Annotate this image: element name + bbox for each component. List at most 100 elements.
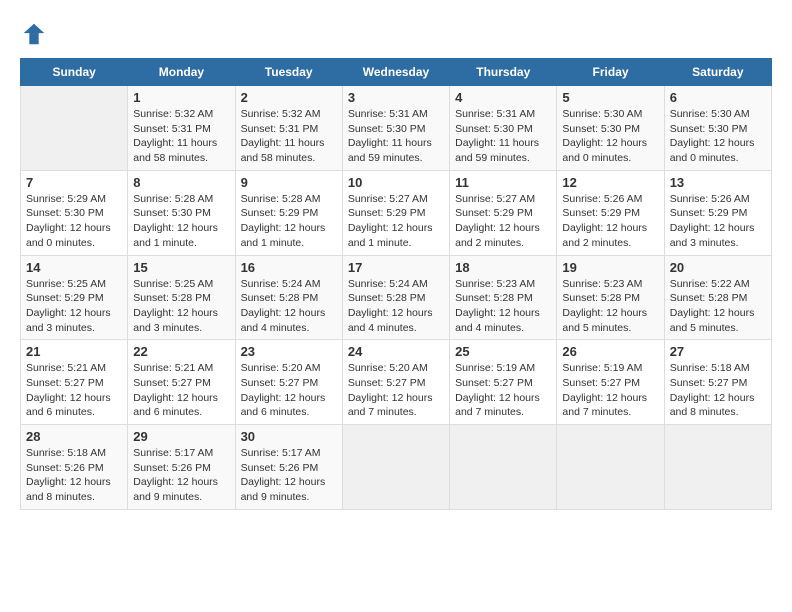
day-number: 12: [562, 175, 658, 190]
day-cell: 3Sunrise: 5:31 AM Sunset: 5:30 PM Daylig…: [342, 86, 449, 171]
day-cell: 27 Sunrise: 5:18 AM Sunset: 5:27 PM Dayli…: [664, 340, 771, 425]
day-info: Sunrise: 5:20 AM Sunset: 5:27 PM Dayligh…: [348, 361, 444, 420]
day-info: Sunrise: 5:24 AM Sunset: 5:28 PM Dayligh…: [241, 277, 337, 336]
day-number: 2: [241, 90, 337, 105]
day-info: Sunrise: 5:28 AM Sunset: 5:30 PM Dayligh…: [133, 192, 229, 251]
week-row-2: 7 Sunrise: 5:29 AM Sunset: 5:30 PM Daylig…: [21, 170, 772, 255]
day-cell: 6Sunrise: 5:30 AM Sunset: 5:30 PM Daylig…: [664, 86, 771, 171]
day-info: Sunrise: 5:29 AM Sunset: 5:30 PM Dayligh…: [26, 192, 122, 251]
day-cell: [21, 86, 128, 171]
day-cell: 21Sunrise: 5:21 AM Sunset: 5:27 PM Dayli…: [21, 340, 128, 425]
day-cell: 8 Sunrise: 5:28 AM Sunset: 5:30 PM Daylig…: [128, 170, 235, 255]
day-cell: 28 Sunrise: 5:18 AM Sunset: 5:26 PM Dayli…: [21, 425, 128, 510]
day-number: 18: [455, 260, 551, 275]
day-cell: 14 Sunrise: 5:25 AM Sunset: 5:29 PM Dayli…: [21, 255, 128, 340]
day-number: 13: [670, 175, 766, 190]
day-info: Sunrise: 5:32 AM Sunset: 5:31 PM Dayligh…: [241, 107, 337, 166]
day-number: 23: [241, 344, 337, 359]
day-cell: [557, 425, 664, 510]
day-number: 7: [26, 175, 122, 190]
day-cell: 24Sunrise: 5:20 AM Sunset: 5:27 PM Dayli…: [342, 340, 449, 425]
day-info: Sunrise: 5:22 AM Sunset: 5:28 PM Dayligh…: [670, 277, 766, 336]
day-info: Sunrise: 5:20 AM Sunset: 5:27 PM Dayligh…: [241, 361, 337, 420]
day-number: 11: [455, 175, 551, 190]
day-info: Sunrise: 5:17 AM Sunset: 5:26 PM Dayligh…: [133, 446, 229, 505]
day-info: Sunrise: 5:26 AM Sunset: 5:29 PM Dayligh…: [562, 192, 658, 251]
day-number: 25: [455, 344, 551, 359]
day-cell: 7 Sunrise: 5:29 AM Sunset: 5:30 PM Daylig…: [21, 170, 128, 255]
header-cell-sunday: Sunday: [21, 59, 128, 86]
day-info: Sunrise: 5:21 AM Sunset: 5:27 PM Dayligh…: [133, 361, 229, 420]
day-number: 22: [133, 344, 229, 359]
day-cell: 11 Sunrise: 5:27 AM Sunset: 5:29 PM Dayli…: [450, 170, 557, 255]
day-number: 29: [133, 429, 229, 444]
day-cell: 17 Sunrise: 5:24 AM Sunset: 5:28 PM Dayli…: [342, 255, 449, 340]
header-cell-wednesday: Wednesday: [342, 59, 449, 86]
day-info: Sunrise: 5:18 AM Sunset: 5:27 PM Dayligh…: [670, 361, 766, 420]
week-row-3: 14 Sunrise: 5:25 AM Sunset: 5:29 PM Dayli…: [21, 255, 772, 340]
day-info: Sunrise: 5:31 AM Sunset: 5:30 PM Dayligh…: [455, 107, 551, 166]
day-number: 27: [670, 344, 766, 359]
day-cell: 29 Sunrise: 5:17 AM Sunset: 5:26 PM Dayli…: [128, 425, 235, 510]
day-info: Sunrise: 5:26 AM Sunset: 5:29 PM Dayligh…: [670, 192, 766, 251]
day-cell: 1 Sunrise: 5:32 AM Sunset: 5:31 PM Daylig…: [128, 86, 235, 171]
day-number: 16: [241, 260, 337, 275]
calendar-body: 1 Sunrise: 5:32 AM Sunset: 5:31 PM Daylig…: [21, 86, 772, 510]
day-info: Sunrise: 5:19 AM Sunset: 5:27 PM Dayligh…: [455, 361, 551, 420]
header-cell-saturday: Saturday: [664, 59, 771, 86]
calendar-table: SundayMondayTuesdayWednesdayThursdayFrid…: [20, 58, 772, 510]
day-number: 19: [562, 260, 658, 275]
day-info: Sunrise: 5:27 AM Sunset: 5:29 PM Dayligh…: [455, 192, 551, 251]
day-cell: [450, 425, 557, 510]
day-cell: 23 Sunrise: 5:20 AM Sunset: 5:27 PM Dayli…: [235, 340, 342, 425]
day-cell: 9Sunrise: 5:28 AM Sunset: 5:29 PM Daylig…: [235, 170, 342, 255]
week-row-5: 28 Sunrise: 5:18 AM Sunset: 5:26 PM Dayli…: [21, 425, 772, 510]
day-cell: 10 Sunrise: 5:27 AM Sunset: 5:29 PM Dayli…: [342, 170, 449, 255]
week-row-1: 1 Sunrise: 5:32 AM Sunset: 5:31 PM Daylig…: [21, 86, 772, 171]
header-cell-monday: Monday: [128, 59, 235, 86]
day-number: 1: [133, 90, 229, 105]
week-row-4: 21 Sunrise: 5:21 AM Sunset: 5:27 PM Dayli…: [21, 340, 772, 425]
day-number: 28: [26, 429, 122, 444]
day-number: 9: [241, 175, 337, 190]
day-cell: [664, 425, 771, 510]
day-info: Sunrise: 5:32 AM Sunset: 5:31 PM Dayligh…: [133, 107, 229, 166]
day-cell: 16 Sunrise: 5:24 AM Sunset: 5:28 PM Dayli…: [235, 255, 342, 340]
day-cell: 30 Sunrise: 5:17 AM Sunset: 5:26 PM Dayli…: [235, 425, 342, 510]
day-info: Sunrise: 5:17 AM Sunset: 5:26 PM Dayligh…: [241, 446, 337, 505]
day-info: Sunrise: 5:23 AM Sunset: 5:28 PM Dayligh…: [562, 277, 658, 336]
day-cell: 20Sunrise: 5:22 AM Sunset: 5:28 PM Dayli…: [664, 255, 771, 340]
day-cell: 2 Sunrise: 5:32 AM Sunset: 5:31 PM Daylig…: [235, 86, 342, 171]
day-info: Sunrise: 5:23 AM Sunset: 5:28 PM Dayligh…: [455, 277, 551, 336]
day-number: 30: [241, 429, 337, 444]
day-number: 14: [26, 260, 122, 275]
day-number: 15: [133, 260, 229, 275]
day-number: 10: [348, 175, 444, 190]
day-number: 4: [455, 90, 551, 105]
day-cell: 22 Sunrise: 5:21 AM Sunset: 5:27 PM Dayli…: [128, 340, 235, 425]
calendar-header: SundayMondayTuesdayWednesdayThursdayFrid…: [21, 59, 772, 86]
day-info: Sunrise: 5:19 AM Sunset: 5:27 PM Dayligh…: [562, 361, 658, 420]
day-cell: 5Sunrise: 5:30 AM Sunset: 5:30 PM Daylig…: [557, 86, 664, 171]
header-cell-thursday: Thursday: [450, 59, 557, 86]
day-info: Sunrise: 5:27 AM Sunset: 5:29 PM Dayligh…: [348, 192, 444, 251]
day-info: Sunrise: 5:18 AM Sunset: 5:26 PM Dayligh…: [26, 446, 122, 505]
day-cell: 12 Sunrise: 5:26 AM Sunset: 5:29 PM Dayli…: [557, 170, 664, 255]
day-info: Sunrise: 5:24 AM Sunset: 5:28 PM Dayligh…: [348, 277, 444, 336]
day-number: 26: [562, 344, 658, 359]
day-cell: 18 Sunrise: 5:23 AM Sunset: 5:28 PM Dayli…: [450, 255, 557, 340]
day-cell: 25 Sunrise: 5:19 AM Sunset: 5:27 PM Dayli…: [450, 340, 557, 425]
day-cell: 15 Sunrise: 5:25 AM Sunset: 5:28 PM Dayli…: [128, 255, 235, 340]
day-cell: 4 Sunrise: 5:31 AM Sunset: 5:30 PM Daylig…: [450, 86, 557, 171]
day-cell: [342, 425, 449, 510]
header-cell-friday: Friday: [557, 59, 664, 86]
day-number: 17: [348, 260, 444, 275]
day-number: 8: [133, 175, 229, 190]
day-info: Sunrise: 5:25 AM Sunset: 5:29 PM Dayligh…: [26, 277, 122, 336]
day-cell: 19 Sunrise: 5:23 AM Sunset: 5:28 PM Dayli…: [557, 255, 664, 340]
day-info: Sunrise: 5:25 AM Sunset: 5:28 PM Dayligh…: [133, 277, 229, 336]
logo-icon: [20, 20, 48, 48]
day-number: 3: [348, 90, 444, 105]
day-number: 21: [26, 344, 122, 359]
day-info: Sunrise: 5:30 AM Sunset: 5:30 PM Dayligh…: [670, 107, 766, 166]
